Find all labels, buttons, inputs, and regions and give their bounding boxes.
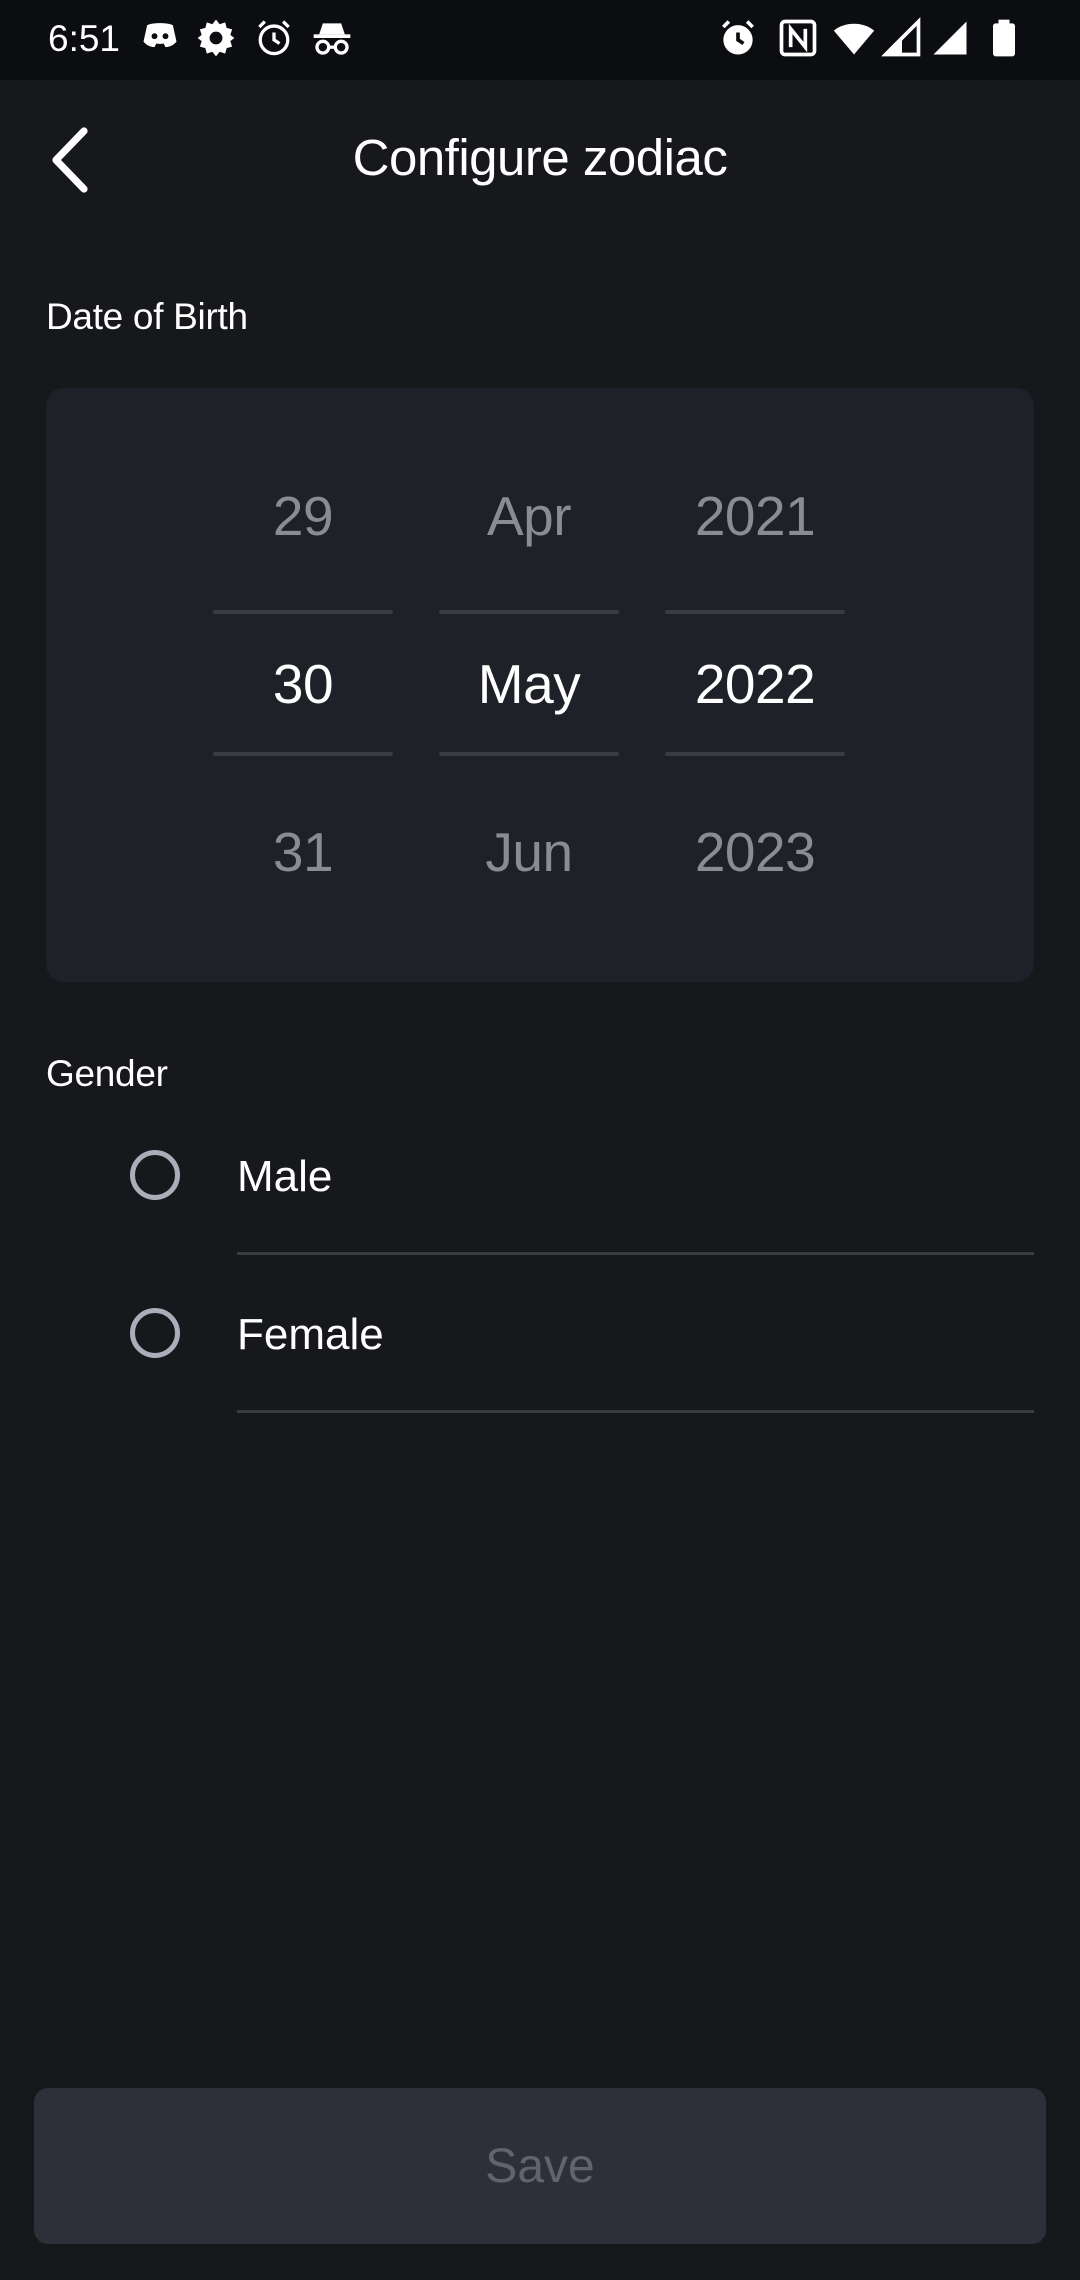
save-button[interactable]: Save <box>34 2088 1046 2244</box>
day-wheel[interactable]: 29 30 31 <box>213 388 393 982</box>
day-prev[interactable]: 29 <box>213 484 393 548</box>
day-next[interactable]: 31 <box>213 820 393 884</box>
radio-button[interactable] <box>130 1150 180 1200</box>
discord-icon <box>138 16 182 60</box>
status-time: 6:51 <box>48 18 121 59</box>
day-selected[interactable]: 30 <box>213 652 393 716</box>
signal-icon <box>880 16 924 60</box>
year-next[interactable]: 2023 <box>665 820 845 884</box>
month-next[interactable]: Jun <box>439 820 619 884</box>
wheel-divider <box>665 610 845 614</box>
gender-option-label: Female <box>237 1310 384 1359</box>
settings-icon <box>194 16 238 60</box>
signal-full-icon <box>928 16 972 60</box>
battery-icon <box>982 16 1026 60</box>
wheel-divider <box>665 752 845 756</box>
incognito-icon <box>310 16 354 60</box>
year-wheel[interactable]: 2021 2022 2023 <box>665 388 845 982</box>
radio-button[interactable] <box>130 1308 180 1358</box>
month-selected[interactable]: May <box>439 652 619 716</box>
alarm-outline-icon <box>252 16 296 60</box>
wheel-divider <box>439 610 619 614</box>
month-wheel[interactable]: Apr May Jun <box>439 388 619 982</box>
nfc-icon <box>776 16 820 60</box>
gender-option-male[interactable]: Male <box>0 1098 1080 1256</box>
wheel-divider <box>213 752 393 756</box>
wifi-icon <box>832 16 876 60</box>
status-bar: 6:51 <box>0 0 1080 80</box>
gender-option-label: Male <box>237 1152 333 1201</box>
month-prev[interactable]: Apr <box>439 484 619 548</box>
gender-option-female[interactable]: Female <box>0 1256 1080 1414</box>
page-title: Configure zodiac <box>352 129 728 186</box>
gender-label: Gender <box>46 1053 168 1094</box>
date-picker[interactable]: 29 30 31 Apr May Jun 2021 2022 2023 <box>46 388 1034 982</box>
alarm-icon <box>716 16 760 60</box>
dob-label: Date of Birth <box>46 296 248 337</box>
year-prev[interactable]: 2021 <box>665 484 845 548</box>
app-header: Configure zodiac <box>0 80 1080 240</box>
wheel-divider <box>213 610 393 614</box>
wheel-divider <box>439 752 619 756</box>
divider <box>237 1252 1034 1255</box>
divider <box>237 1410 1034 1413</box>
year-selected[interactable]: 2022 <box>665 652 845 716</box>
